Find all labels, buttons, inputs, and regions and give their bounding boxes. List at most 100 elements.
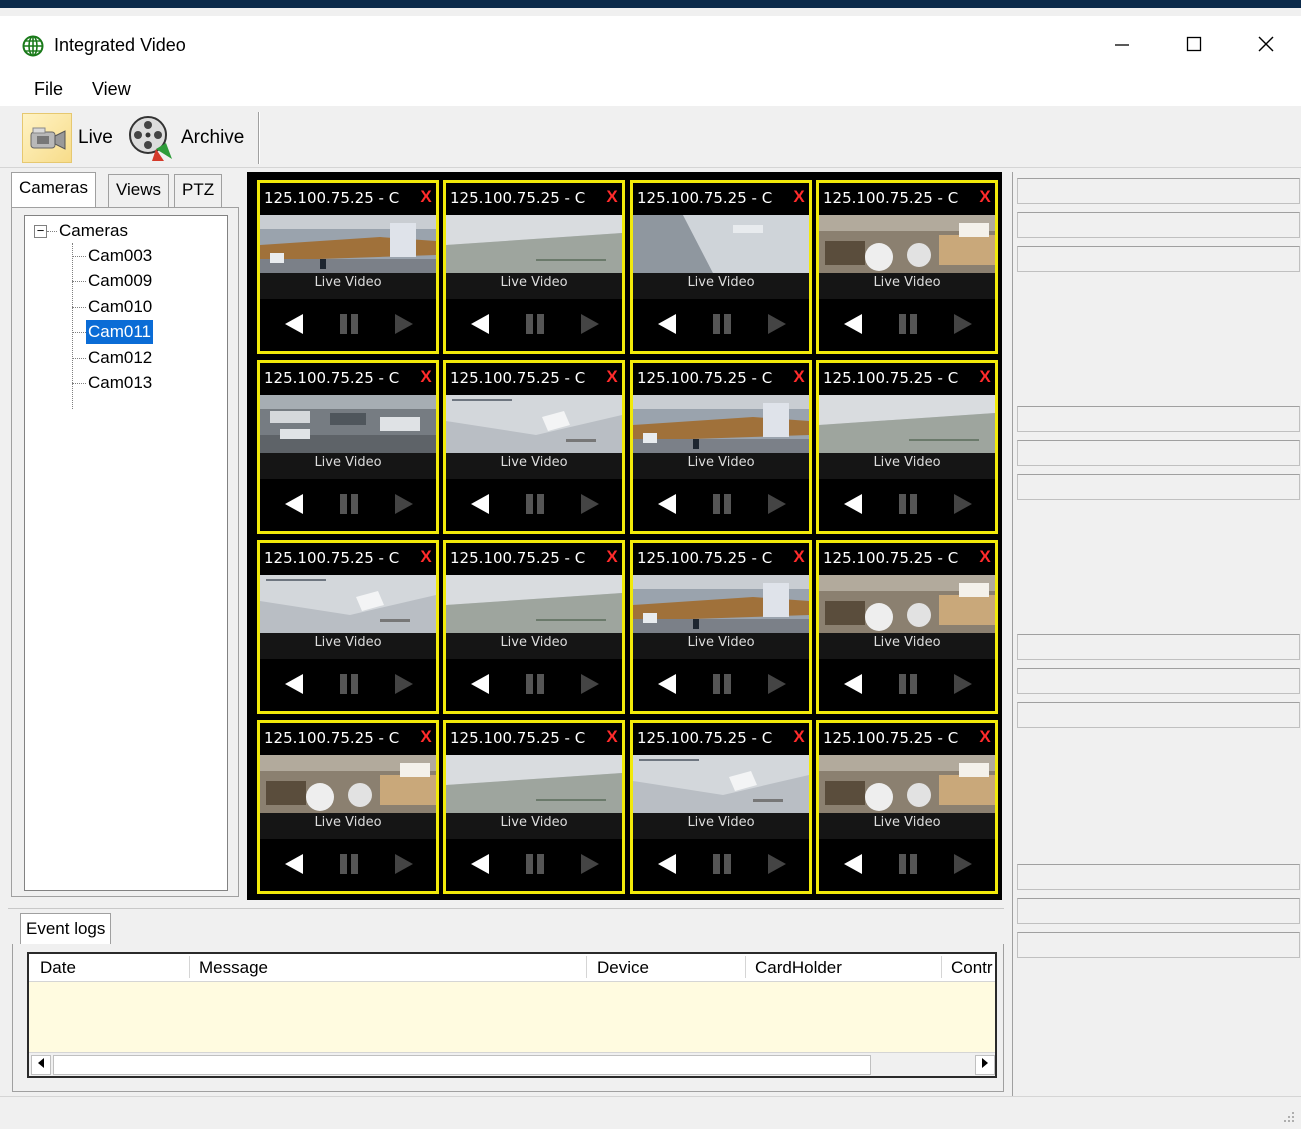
rewind-icon[interactable] xyxy=(470,493,490,515)
video-thumbnail[interactable] xyxy=(446,215,622,273)
column-date[interactable]: Date xyxy=(40,958,76,978)
rewind-icon[interactable] xyxy=(843,493,863,515)
play-icon[interactable] xyxy=(767,313,787,335)
video-cell[interactable]: 125.100.75.25 - C X Live Video xyxy=(443,180,625,354)
rewind-icon[interactable] xyxy=(657,853,677,875)
video-thumbnail[interactable] xyxy=(260,395,436,453)
video-cell[interactable]: 125.100.75.25 - C X Live Video xyxy=(257,180,439,354)
video-cell[interactable]: 125.100.75.25 - C X Live Video xyxy=(816,360,998,534)
play-icon[interactable] xyxy=(953,493,973,515)
pause-icon[interactable] xyxy=(524,673,546,695)
video-thumbnail[interactable] xyxy=(633,755,809,813)
video-cell[interactable]: 125.100.75.25 - C X Live Video xyxy=(630,720,812,894)
close-window-button[interactable] xyxy=(1243,24,1289,64)
archive-button[interactable]: Archive xyxy=(126,113,254,163)
close-stream-button[interactable]: X xyxy=(418,187,434,209)
pause-icon[interactable] xyxy=(524,313,546,335)
tab-event-logs[interactable]: Event logs xyxy=(20,913,112,945)
video-cell[interactable]: 125.100.75.25 - C X Live Video xyxy=(257,720,439,894)
tree-item-cam012[interactable]: Cam012 xyxy=(88,346,152,370)
pause-icon[interactable] xyxy=(338,313,360,335)
pause-icon[interactable] xyxy=(524,493,546,515)
video-cell[interactable]: 125.100.75.25 - C X Live Video xyxy=(630,540,812,714)
rewind-icon[interactable] xyxy=(284,673,304,695)
pause-icon[interactable] xyxy=(711,493,733,515)
rewind-icon[interactable] xyxy=(843,853,863,875)
tab-ptz[interactable]: PTZ xyxy=(174,174,223,208)
rewind-icon[interactable] xyxy=(843,673,863,695)
resize-grip-icon[interactable] xyxy=(1283,1111,1295,1123)
rewind-icon[interactable] xyxy=(470,313,490,335)
tree-item-cam010[interactable]: Cam010 xyxy=(88,295,152,319)
play-icon[interactable] xyxy=(580,853,600,875)
video-cell[interactable]: 125.100.75.25 - C X Live Video xyxy=(443,540,625,714)
column-cardholder[interactable]: CardHolder xyxy=(755,958,842,978)
live-button[interactable]: Live xyxy=(22,113,118,163)
play-icon[interactable] xyxy=(580,673,600,695)
pause-icon[interactable] xyxy=(711,313,733,335)
play-icon[interactable] xyxy=(394,673,414,695)
column-divider[interactable] xyxy=(941,956,942,978)
menu-file[interactable]: File xyxy=(34,79,63,100)
close-stream-button[interactable]: X xyxy=(418,547,434,569)
video-cell[interactable]: 125.100.75.25 - C X Live Video xyxy=(443,360,625,534)
column-controller[interactable]: Contr xyxy=(951,958,993,978)
close-stream-button[interactable]: X xyxy=(791,547,807,569)
close-stream-button[interactable]: X xyxy=(977,727,993,749)
close-stream-button[interactable]: X xyxy=(604,367,620,389)
column-divider[interactable] xyxy=(189,956,190,978)
close-stream-button[interactable]: X xyxy=(791,727,807,749)
video-cell[interactable]: 125.100.75.25 - C X Live Video xyxy=(816,720,998,894)
play-icon[interactable] xyxy=(767,673,787,695)
video-thumbnail[interactable] xyxy=(260,575,436,633)
tree-item-cam011[interactable]: Cam011 xyxy=(86,320,153,344)
pause-icon[interactable] xyxy=(897,853,919,875)
video-cell[interactable]: 125.100.75.25 - C X Live Video xyxy=(630,360,812,534)
menu-view[interactable]: View xyxy=(92,79,131,100)
pause-icon[interactable] xyxy=(897,493,919,515)
rewind-icon[interactable] xyxy=(657,673,677,695)
scroll-right-button[interactable] xyxy=(975,1055,995,1075)
video-thumbnail[interactable] xyxy=(633,215,809,273)
maximize-button[interactable] xyxy=(1171,24,1217,64)
rewind-icon[interactable] xyxy=(657,313,677,335)
rewind-icon[interactable] xyxy=(657,493,677,515)
close-stream-button[interactable]: X xyxy=(977,367,993,389)
video-thumbnail[interactable] xyxy=(260,755,436,813)
column-message[interactable]: Message xyxy=(199,958,268,978)
pause-icon[interactable] xyxy=(338,493,360,515)
close-stream-button[interactable]: X xyxy=(791,367,807,389)
scroll-left-button[interactable] xyxy=(31,1055,51,1075)
video-cell[interactable]: 125.100.75.25 - C X Live Video xyxy=(257,540,439,714)
pause-icon[interactable] xyxy=(338,853,360,875)
play-icon[interactable] xyxy=(394,313,414,335)
play-icon[interactable] xyxy=(767,853,787,875)
rewind-icon[interactable] xyxy=(284,493,304,515)
play-icon[interactable] xyxy=(394,853,414,875)
video-cell[interactable]: 125.100.75.25 - C X Live Video xyxy=(816,540,998,714)
play-icon[interactable] xyxy=(953,673,973,695)
video-thumbnail[interactable] xyxy=(446,395,622,453)
close-stream-button[interactable]: X xyxy=(604,727,620,749)
video-thumbnail[interactable] xyxy=(446,755,622,813)
close-stream-button[interactable]: X xyxy=(604,547,620,569)
video-thumbnail[interactable] xyxy=(446,575,622,633)
play-icon[interactable] xyxy=(394,493,414,515)
close-stream-button[interactable]: X xyxy=(977,547,993,569)
video-cell[interactable]: 125.100.75.25 - C X Live Video xyxy=(257,360,439,534)
play-icon[interactable] xyxy=(953,853,973,875)
rewind-icon[interactable] xyxy=(470,853,490,875)
panel-splitter[interactable] xyxy=(8,908,1004,912)
close-stream-button[interactable]: X xyxy=(604,187,620,209)
video-thumbnail[interactable] xyxy=(819,395,995,453)
pause-icon[interactable] xyxy=(338,673,360,695)
play-icon[interactable] xyxy=(953,313,973,335)
video-cell[interactable]: 125.100.75.25 - C X Live Video xyxy=(816,180,998,354)
horizontal-scrollbar[interactable] xyxy=(29,1052,995,1076)
tree-item-cam009[interactable]: Cam009 xyxy=(88,269,152,293)
close-stream-button[interactable]: X xyxy=(977,187,993,209)
scrollbar-thumb[interactable] xyxy=(53,1055,871,1075)
play-icon[interactable] xyxy=(580,313,600,335)
tab-cameras[interactable]: Cameras xyxy=(11,172,96,208)
pause-icon[interactable] xyxy=(897,313,919,335)
